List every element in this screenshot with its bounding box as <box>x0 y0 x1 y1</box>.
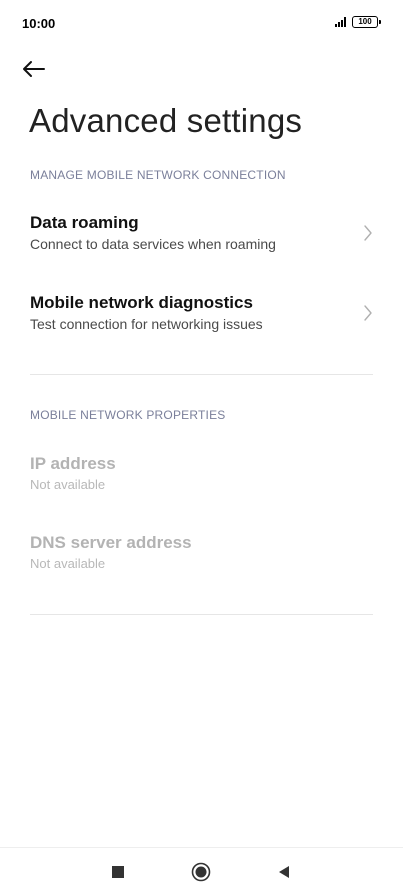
ip-address-item: IP address Not available <box>0 454 403 524</box>
home-circle-icon <box>191 862 211 882</box>
home-button[interactable] <box>191 862 211 882</box>
dns-server-address-title: DNS server address <box>30 533 192 552</box>
chevron-right-icon <box>364 305 372 321</box>
section-divider-bottom <box>30 614 373 615</box>
nav-back-button[interactable] <box>274 862 294 882</box>
status-bar: 10:00 100 <box>0 0 403 44</box>
dns-server-address-value: Not available <box>30 556 106 571</box>
recents-square-icon <box>112 866 124 878</box>
battery-icon: 100 <box>352 16 381 28</box>
ip-address-title: IP address <box>30 454 116 473</box>
status-icons: 100 <box>335 16 381 28</box>
section-divider <box>30 374 373 375</box>
data-roaming-item[interactable]: Data roaming Connect to data services wh… <box>0 213 403 283</box>
back-button[interactable] <box>22 52 66 86</box>
recents-button[interactable] <box>108 862 128 882</box>
dns-server-address-item: DNS server address Not available <box>0 533 403 603</box>
data-roaming-subtitle: Connect to data services when roaming <box>30 236 276 252</box>
mobile-network-diagnostics-title: Mobile network diagnostics <box>30 293 253 312</box>
page-title: Advanced settings <box>29 102 303 139</box>
section-header-manage: MANAGE MOBILE NETWORK CONNECTION <box>30 168 286 182</box>
ip-address-value: Not available <box>30 477 106 492</box>
navigation-bar <box>0 847 403 896</box>
back-arrow-icon <box>23 61 45 77</box>
status-time: 10:00 <box>22 16 56 31</box>
chevron-right-icon <box>364 225 372 241</box>
battery-level: 100 <box>352 16 378 28</box>
mobile-network-diagnostics-subtitle: Test connection for networking issues <box>30 316 263 332</box>
section-header-properties: MOBILE NETWORK PROPERTIES <box>30 408 226 422</box>
signal-icon <box>335 17 346 27</box>
mobile-network-diagnostics-item[interactable]: Mobile network diagnostics Test connecti… <box>0 293 403 363</box>
back-triangle-icon <box>279 866 289 878</box>
data-roaming-title: Data roaming <box>30 213 139 232</box>
